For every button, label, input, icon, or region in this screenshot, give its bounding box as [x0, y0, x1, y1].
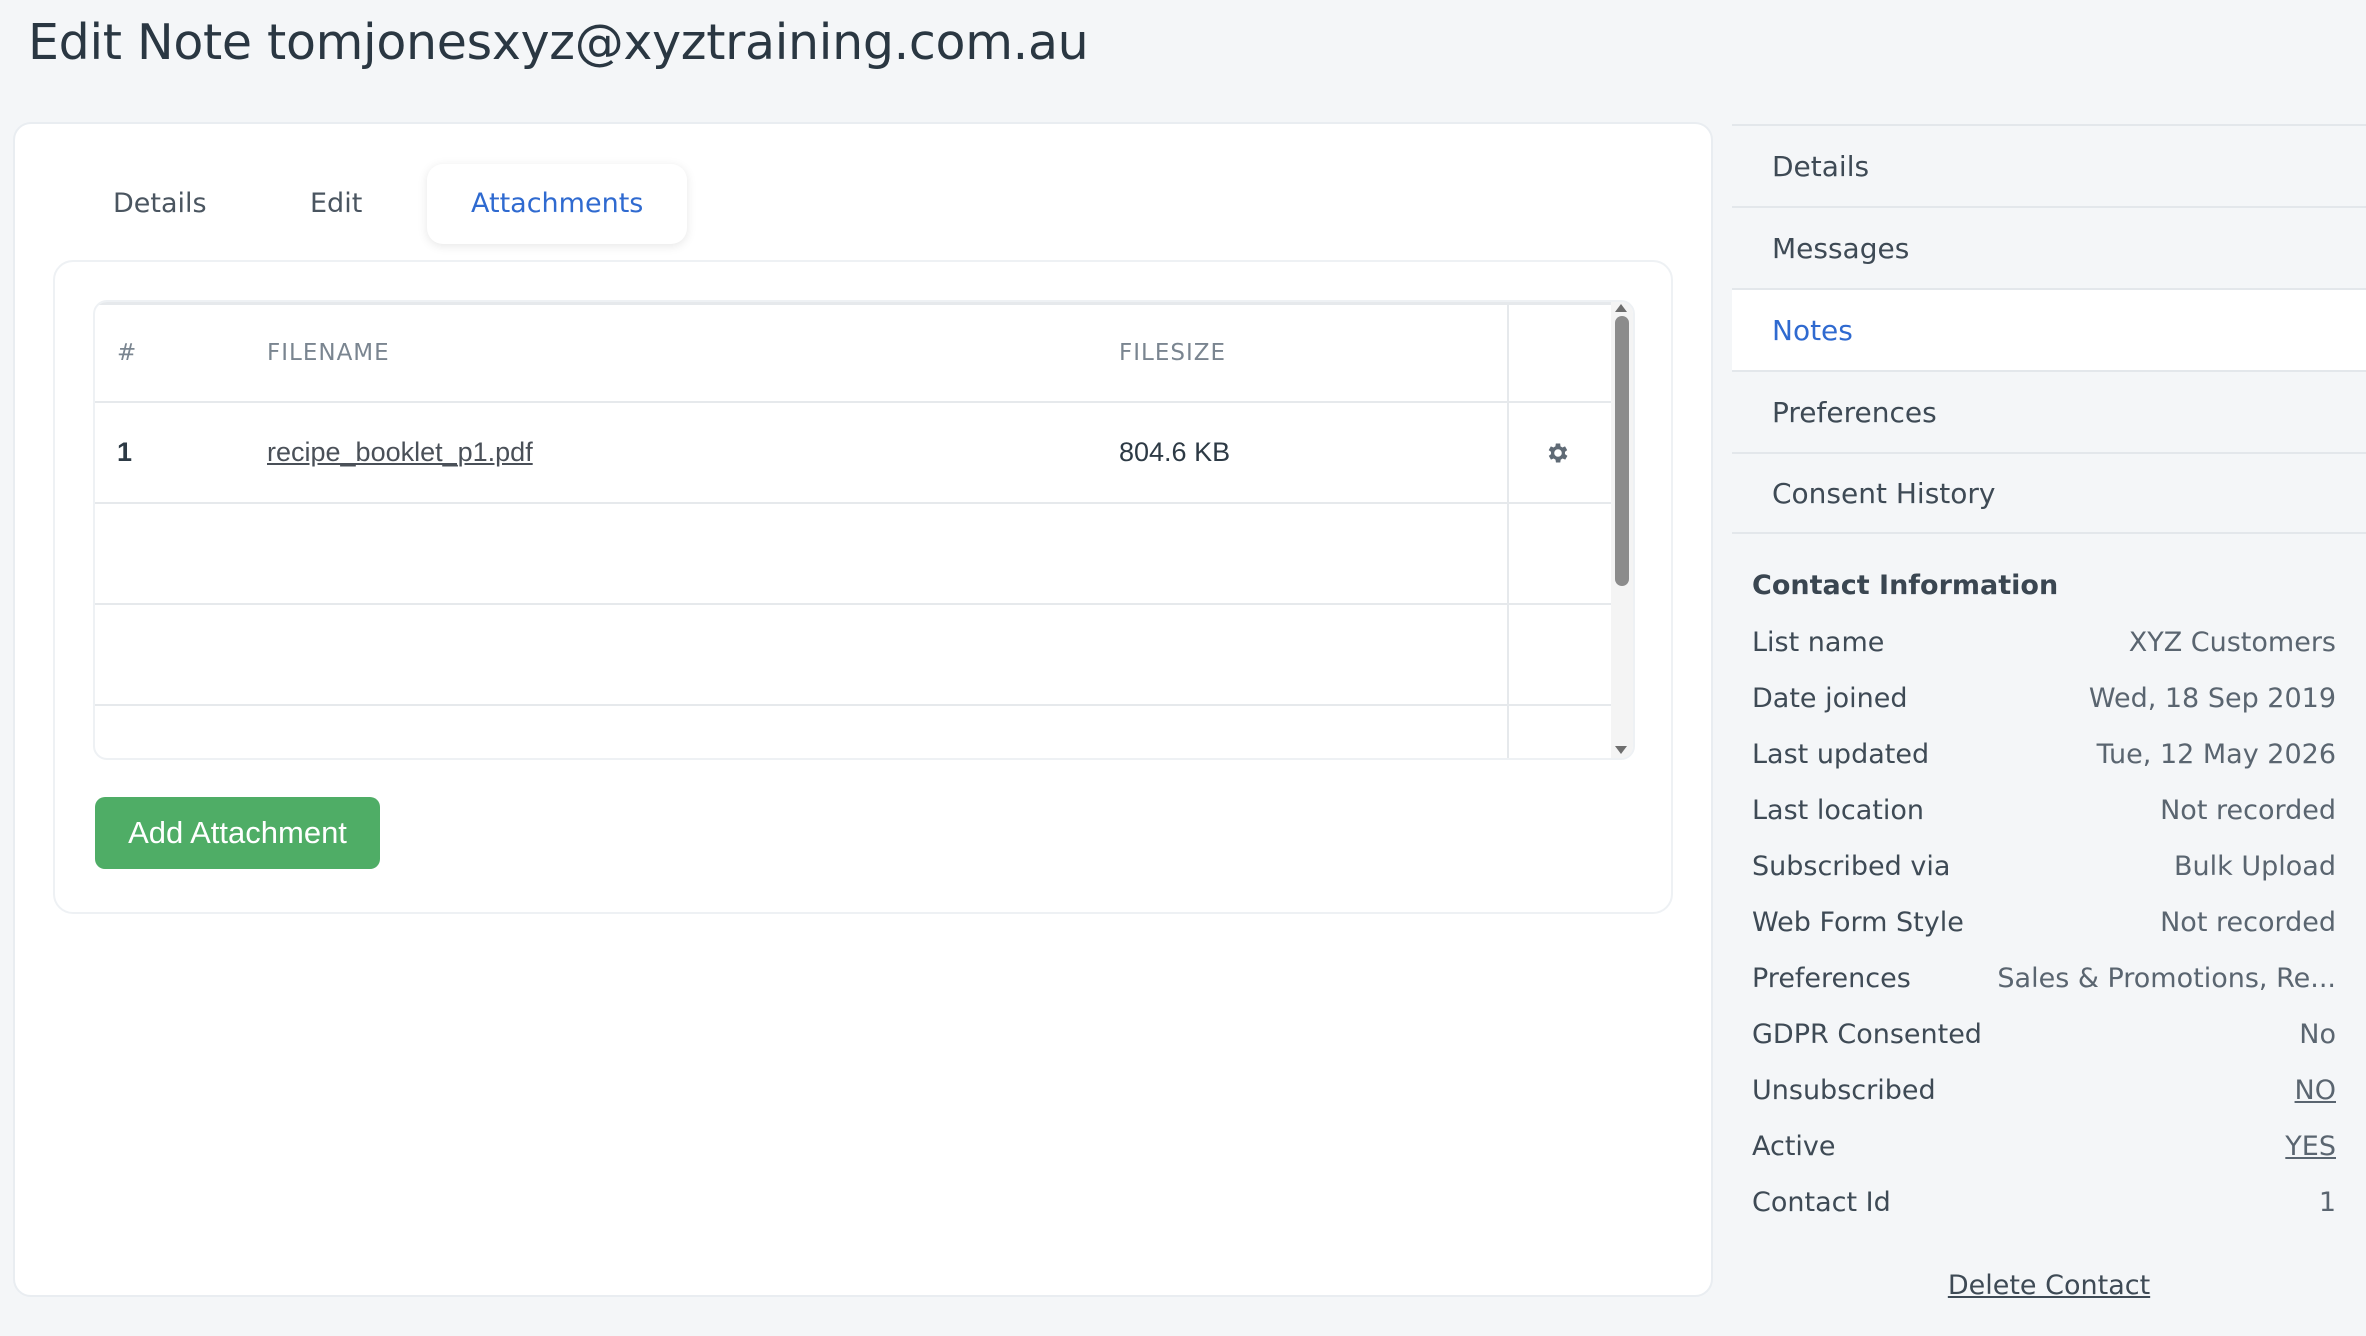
info-value: No [2299, 1018, 2336, 1050]
contact-information-title: Contact Information [1752, 570, 2059, 601]
sidebar-item-notes[interactable]: Notes [1732, 288, 2366, 370]
info-row-date-joined: Date joined Wed, 18 Sep 2019 [1752, 670, 2336, 726]
info-row-last-updated: Last updated Tue, 12 May 2026 [1752, 726, 2336, 782]
column-divider [1507, 504, 1509, 603]
info-row-web-form-style: Web Form Style Not recorded [1752, 894, 2336, 950]
info-label: Last updated [1752, 738, 1930, 770]
info-value: Not recorded [2160, 794, 2336, 826]
column-divider [1507, 403, 1509, 502]
note-card: Details Edit Attachments # FILENAME FILE… [13, 122, 1713, 1297]
column-header-number: # [117, 340, 138, 366]
info-label: Web Form Style [1752, 906, 1964, 938]
info-label: Unsubscribed [1752, 1074, 1936, 1106]
info-value: Tue, 12 May 2026 [2096, 738, 2336, 770]
attachments-table: # FILENAME FILESIZE 1 recipe_booklet_p1.… [93, 300, 1635, 760]
filename-cell: recipe_booklet_p1.pdf [267, 403, 533, 502]
add-attachment-button[interactable]: Add Attachment [95, 797, 380, 869]
column-header-filename[interactable]: FILENAME [267, 305, 390, 401]
sidebar-item-messages[interactable]: Messages [1732, 206, 2366, 288]
info-value: Not recorded [2160, 906, 2336, 938]
info-label: List name [1752, 626, 1885, 658]
sidebar-item-preferences[interactable]: Preferences [1732, 370, 2366, 452]
filesize-cell: 804.6 KB [1119, 437, 1231, 467]
info-label: GDPR Consented [1752, 1018, 1982, 1050]
gear-icon[interactable] [1545, 403, 1571, 502]
sidebar-item-details[interactable]: Details [1732, 124, 2366, 206]
scroll-down-arrow-icon[interactable] [1615, 746, 1627, 754]
tab-attachments[interactable]: Attachments [427, 164, 688, 244]
info-label: Subscribed via [1752, 850, 1951, 882]
info-label: Contact Id [1752, 1186, 1891, 1218]
info-row-unsubscribed: Unsubscribed NO [1752, 1062, 2336, 1118]
column-header-filesize[interactable]: FILESIZE [1119, 305, 1226, 401]
active-toggle-link[interactable]: YES [2285, 1131, 2336, 1162]
tab-edit[interactable]: Edit [310, 164, 362, 244]
delete-contact-link[interactable]: Delete Contact [1732, 1270, 2366, 1301]
scrollbar-thumb[interactable] [1615, 316, 1629, 586]
table-scrollbar[interactable] [1611, 302, 1633, 758]
attachments-panel: # FILENAME FILESIZE 1 recipe_booklet_p1.… [53, 260, 1673, 914]
info-label: Preferences [1752, 962, 1911, 994]
tab-details[interactable]: Details [113, 164, 207, 244]
sidebar-item-consent-history[interactable]: Consent History [1732, 452, 2366, 534]
contact-information: Contact Information List name XYZ Custom… [1752, 570, 2336, 1230]
info-row-contact-id: Contact Id 1 [1752, 1174, 2336, 1230]
info-value: 1 [2318, 1186, 2336, 1218]
table-row-empty [95, 504, 1615, 605]
info-row-gdpr-consented: GDPR Consented No [1752, 1006, 2336, 1062]
info-label: Active [1752, 1130, 1836, 1162]
info-value: XYZ Customers [2128, 626, 2336, 658]
info-label: Date joined [1752, 682, 1908, 714]
table-row-empty [95, 706, 1615, 758]
info-value: Wed, 18 Sep 2019 [2088, 682, 2336, 714]
info-row-list-name: List name XYZ Customers [1752, 614, 2336, 670]
info-value: Sales & Promotions, Re... [1997, 962, 2336, 994]
attachment-link[interactable]: recipe_booklet_p1.pdf [267, 437, 533, 468]
column-divider [1507, 706, 1509, 758]
table-row-empty [95, 605, 1615, 706]
column-divider [1507, 605, 1509, 704]
unsubscribed-toggle-link[interactable]: NO [2295, 1075, 2336, 1106]
info-row-last-location: Last location Not recorded [1752, 782, 2336, 838]
scroll-up-arrow-icon[interactable] [1615, 304, 1627, 312]
info-row-subscribed-via: Subscribed via Bulk Upload [1752, 838, 2336, 894]
info-value: Bulk Upload [2174, 850, 2336, 882]
table-header: # FILENAME FILESIZE [95, 302, 1615, 403]
info-row-preferences: Preferences Sales & Promotions, Re... [1752, 950, 2336, 1006]
sidebar-nav: Details Messages Notes Preferences Conse… [1732, 124, 2366, 534]
info-row-active: Active YES [1752, 1118, 2336, 1174]
info-label: Last location [1752, 794, 1924, 826]
column-divider [1507, 305, 1509, 401]
table-row: 1 recipe_booklet_p1.pdf 804.6 KB [95, 403, 1615, 504]
row-number: 1 [117, 437, 133, 467]
page-title: Edit Note tomjonesxyz@xyztraining.com.au [28, 14, 1089, 71]
